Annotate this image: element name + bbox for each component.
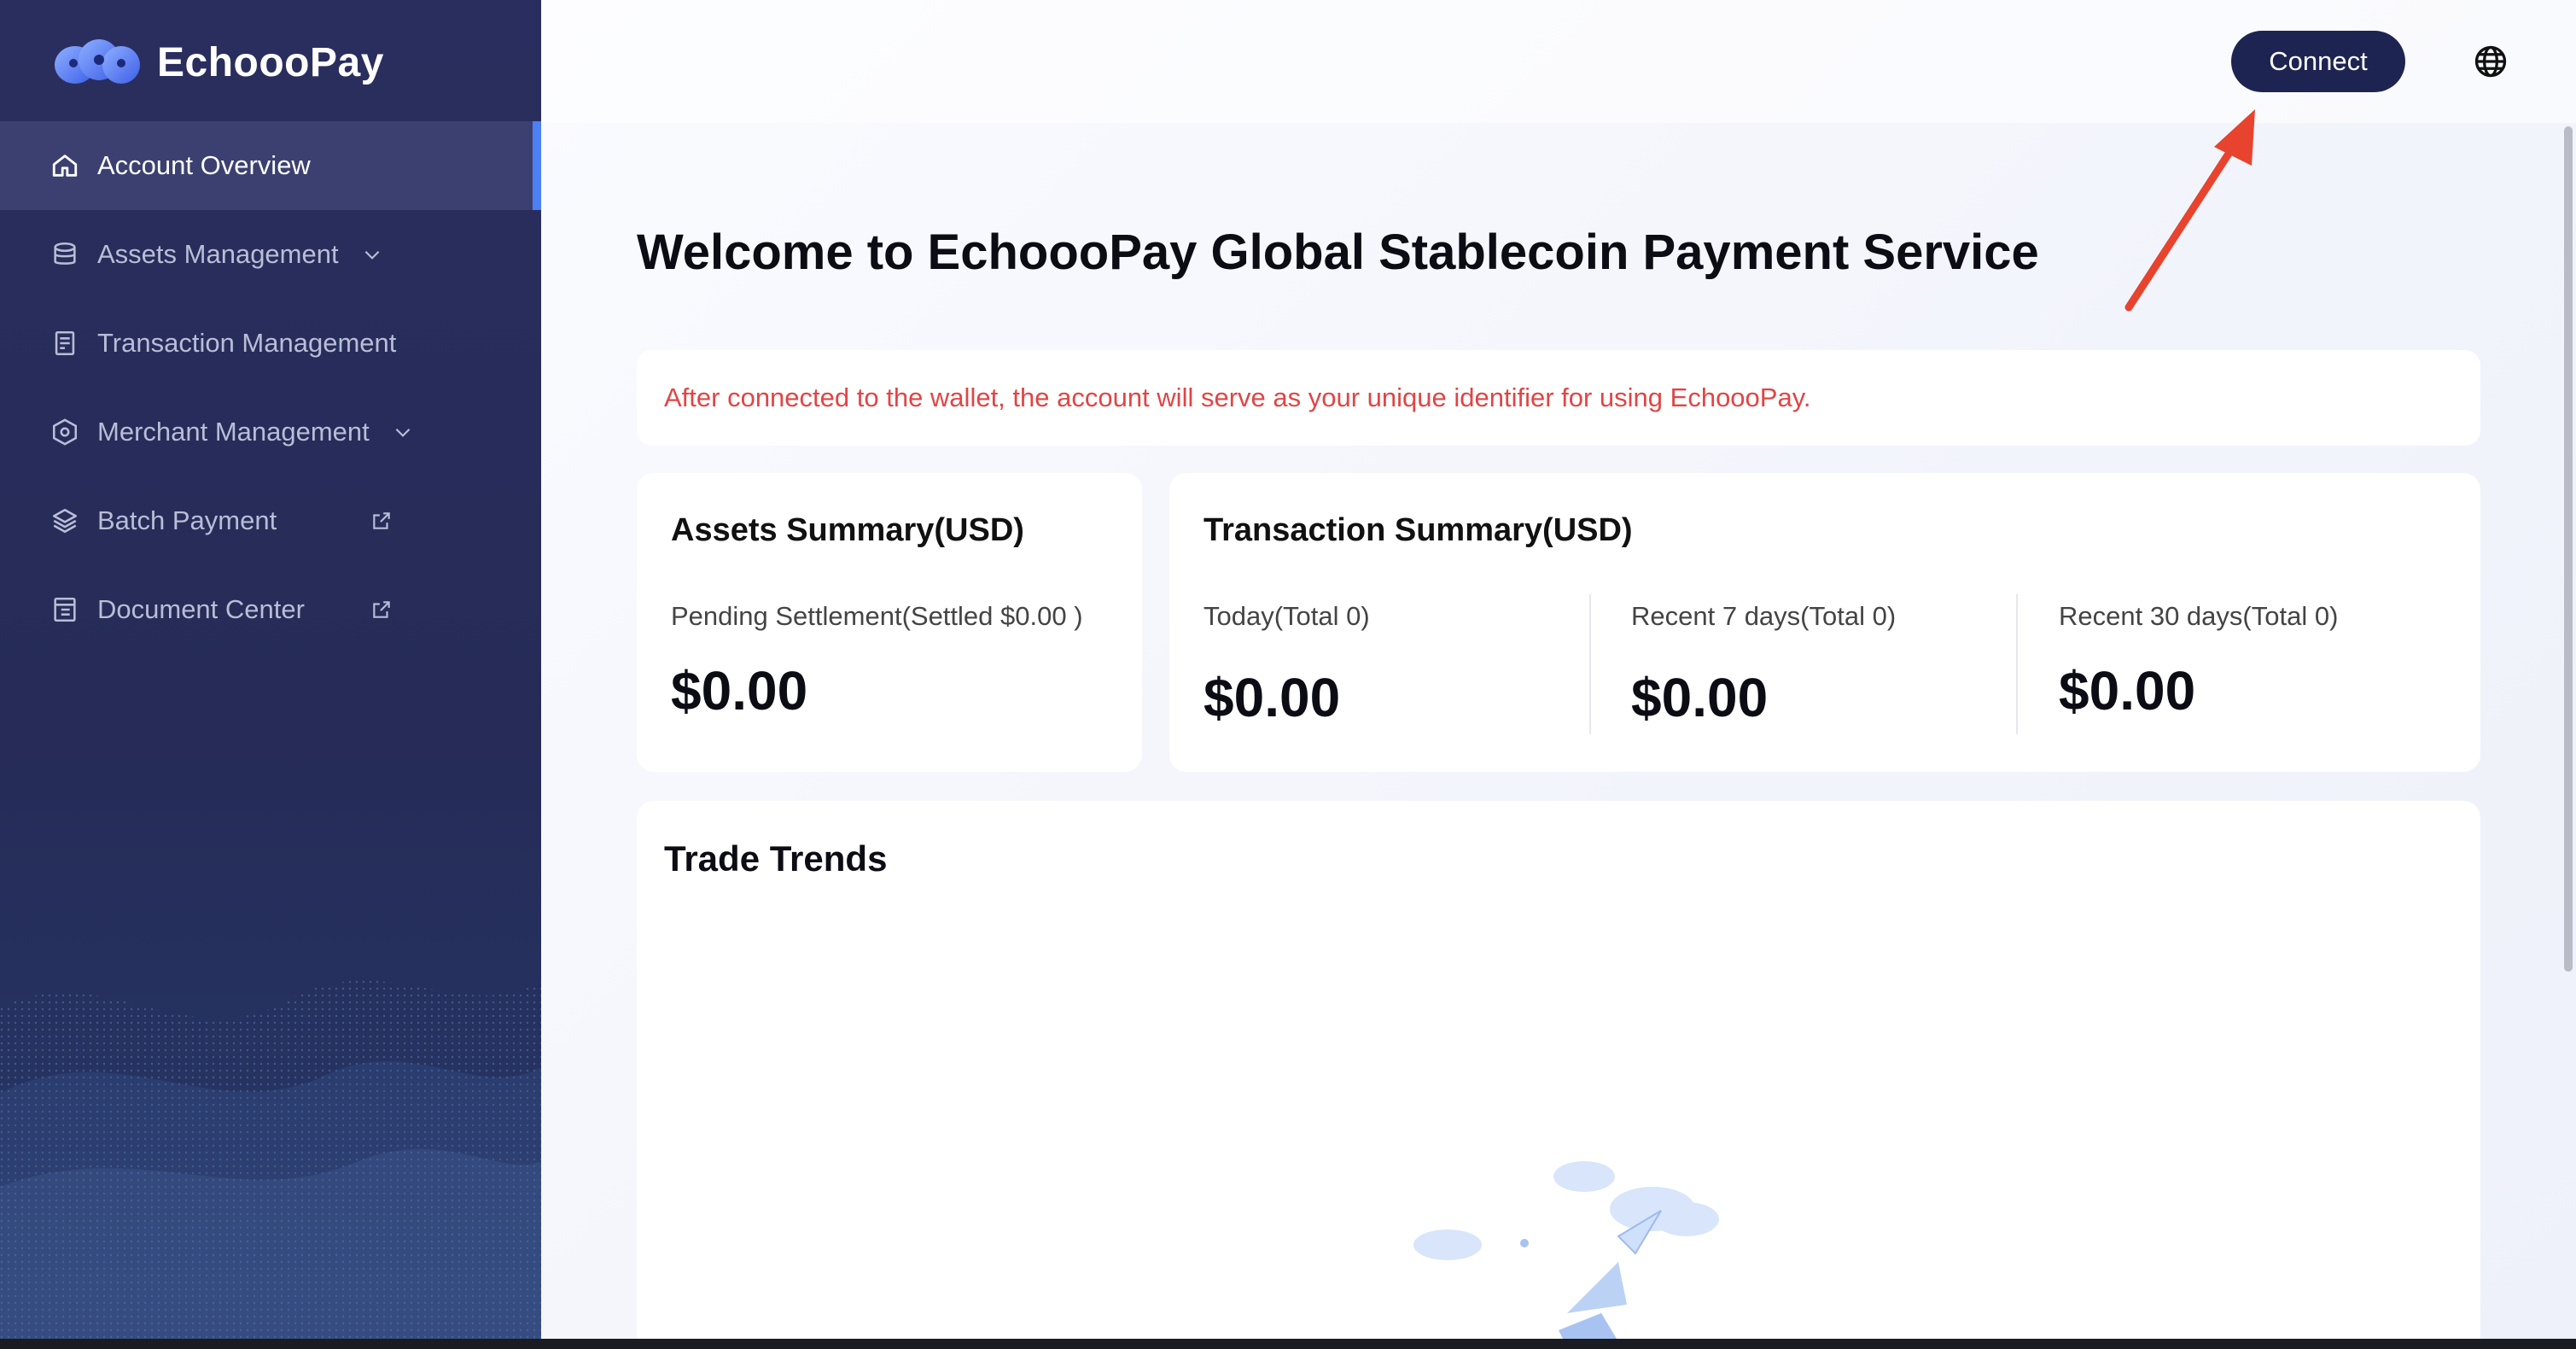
assets-summary-title: Assets Summary(USD) xyxy=(671,512,1024,548)
sidebar: EchoooPay Account Overview Assets Manage… xyxy=(0,0,541,1349)
sidebar-item-label: Account Overview xyxy=(97,150,311,180)
sidebar-item-merchant-management[interactable]: Merchant Management xyxy=(0,388,541,476)
pending-settlement-label: Pending Settlement(Settled $0.00 ) xyxy=(671,601,1083,631)
today-value: $0.00 xyxy=(1203,667,1341,728)
recent-30-days-value: $0.00 xyxy=(2059,660,2196,721)
document-icon xyxy=(50,328,80,359)
recent-7-days-label: Recent 7 days(Total 0) xyxy=(1631,601,1897,631)
stat-divider xyxy=(2016,594,2018,734)
sidebar-item-label: Batch Payment xyxy=(97,505,277,535)
globe-icon[interactable] xyxy=(2472,43,2509,80)
file-icon xyxy=(50,594,80,625)
recent-30-days-label: Recent 30 days(Total 0) xyxy=(2059,601,2339,631)
trade-trends-card: Trade Trends xyxy=(637,801,2480,1349)
sidebar-item-document-center[interactable]: Document Center xyxy=(0,565,541,654)
sidebar-nav: Account Overview Assets Management Trans… xyxy=(0,121,541,654)
sidebar-item-batch-payment[interactable]: Batch Payment xyxy=(0,476,541,565)
transaction-summary-card: Transaction Summary(USD) Today(Total 0) … xyxy=(1169,473,2480,772)
assets-summary-card: Assets Summary(USD) Pending Settlement(S… xyxy=(637,473,1142,772)
home-icon xyxy=(50,150,80,181)
bottom-bar xyxy=(0,1339,2576,1349)
sidebar-wave-decoration xyxy=(0,980,541,1349)
sidebar-item-account-overview[interactable]: Account Overview xyxy=(0,121,541,210)
today-label: Today(Total 0) xyxy=(1203,601,1370,631)
connect-notice: After connected to the wallet, the accou… xyxy=(637,350,2480,446)
scrollbar-thumb[interactable] xyxy=(2564,126,2573,972)
notice-text: After connected to the wallet, the accou… xyxy=(664,383,1811,412)
chevron-down-icon xyxy=(392,419,417,445)
sidebar-item-label: Merchant Management xyxy=(97,417,370,447)
transaction-summary-title: Transaction Summary(USD) xyxy=(1203,512,1633,548)
trade-trends-title: Trade Trends xyxy=(664,838,888,879)
layers-icon xyxy=(50,505,80,536)
brand-logo[interactable]: EchoooPay xyxy=(50,32,384,92)
vertical-scrollbar[interactable] xyxy=(2559,123,2576,1349)
hexagon-icon xyxy=(50,417,80,447)
database-icon xyxy=(50,239,80,270)
red-arrow-annotation xyxy=(2124,109,2255,312)
sidebar-item-transaction-management[interactable]: Transaction Management xyxy=(0,299,541,388)
main-content: Connect Welcome to EchoooPay Global Stab… xyxy=(541,0,2576,1349)
echooo-logo-icon xyxy=(55,39,140,84)
recent-7-days-value: $0.00 xyxy=(1631,667,1769,728)
connect-wallet-button[interactable]: Connect xyxy=(2231,31,2405,92)
sidebar-item-assets-management[interactable]: Assets Management xyxy=(0,210,541,299)
external-link-icon xyxy=(370,508,396,534)
sidebar-item-label: Assets Management xyxy=(97,239,339,269)
empty-state-illustration xyxy=(1413,1161,1719,1349)
external-link-icon xyxy=(370,597,396,622)
sidebar-item-label: Document Center xyxy=(97,594,305,624)
chevron-down-icon xyxy=(361,242,387,267)
stat-divider xyxy=(1589,594,1591,734)
pending-settlement-value: $0.00 xyxy=(671,660,808,721)
page-title: Welcome to EchoooPay Global Stablecoin P… xyxy=(637,225,2039,280)
brand-name: EchoooPay xyxy=(157,39,384,85)
sidebar-item-label: Transaction Management xyxy=(97,328,397,358)
